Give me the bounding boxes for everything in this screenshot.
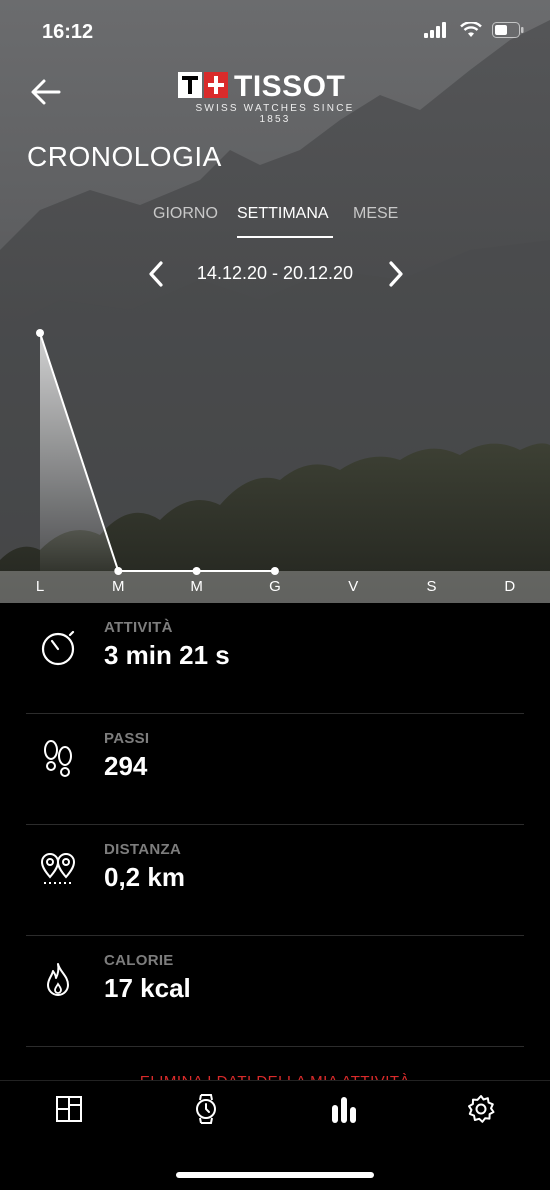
stat-calories: CALORIE 17 kcal bbox=[26, 936, 524, 1047]
x-tick-label: D bbox=[504, 578, 515, 595]
x-tick-label: L bbox=[36, 578, 44, 595]
home-indicator bbox=[176, 1172, 374, 1178]
stat-value: 3 min 21 s bbox=[104, 640, 230, 670]
chart-point bbox=[36, 329, 44, 337]
chart-area bbox=[40, 333, 275, 571]
x-tick-label: V bbox=[348, 578, 358, 595]
map-pins-icon bbox=[40, 853, 76, 884]
nav-settings[interactable] bbox=[461, 1091, 501, 1127]
flame-icon bbox=[47, 963, 69, 996]
stat-value: 0,2 km bbox=[104, 862, 185, 892]
stat-label: PASSI bbox=[104, 730, 150, 747]
stat-activity: ATTIVITÀ 3 min 21 s bbox=[26, 603, 524, 714]
dashboard-icon bbox=[56, 1096, 82, 1122]
stopwatch-icon bbox=[41, 630, 75, 666]
stat-label: ATTIVITÀ bbox=[104, 619, 173, 636]
chart-point bbox=[192, 567, 201, 575]
steps-chart: LMMGVSD bbox=[36, 329, 515, 595]
x-tick-label: G bbox=[269, 578, 281, 595]
stat-distance: DISTANZA 0,2 km bbox=[26, 825, 524, 936]
chart-point bbox=[114, 567, 123, 575]
stat-label: CALORIE bbox=[104, 952, 174, 969]
gear-icon bbox=[468, 1095, 495, 1123]
bar-chart-icon bbox=[332, 1097, 356, 1123]
stat-steps: PASSI 294 bbox=[26, 714, 524, 825]
x-tick-label: M bbox=[112, 578, 125, 595]
chart-point bbox=[270, 567, 279, 575]
stat-value: 17 kcal bbox=[104, 973, 191, 1003]
nav-dashboard[interactable] bbox=[49, 1091, 89, 1127]
nav-history[interactable] bbox=[324, 1091, 364, 1127]
stat-label: DISTANZA bbox=[104, 841, 182, 858]
footprints-icon bbox=[44, 740, 72, 777]
stat-value: 294 bbox=[104, 751, 148, 781]
nav-watch[interactable] bbox=[186, 1091, 226, 1127]
watch-icon bbox=[196, 1094, 216, 1124]
x-tick-label: M bbox=[190, 578, 203, 595]
x-tick-label: S bbox=[426, 578, 436, 595]
